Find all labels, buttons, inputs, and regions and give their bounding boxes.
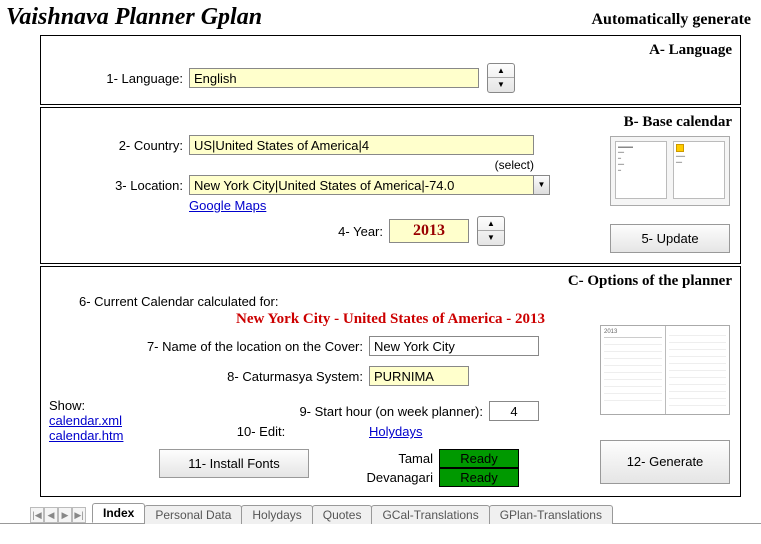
year-input[interactable]: 2013 [389, 219, 469, 243]
spinner-up-icon[interactable]: ▲ [478, 217, 504, 231]
cover-label: 7- Name of the location on the Cover: [49, 339, 369, 354]
section-base-calendar: B- Base calendar ▬▬▬━━━━━━ ━━━━━ 2- Coun… [40, 107, 741, 264]
spinner-down-icon[interactable]: ▼ [488, 78, 514, 92]
section-c-title: C- Options of the planner [49, 273, 732, 290]
app-subtitle: Automatically generate [591, 11, 751, 29]
year-label: 4- Year: [49, 224, 389, 239]
location-dropdown-icon[interactable]: ▼ [534, 175, 550, 195]
tab-last-icon[interactable]: ▶| [72, 507, 86, 523]
calendar-xml-link[interactable]: calendar.xml [49, 413, 159, 428]
calendar-htm-link[interactable]: calendar.htm [49, 428, 159, 443]
app-title: Vaishnava Planner Gplan [6, 4, 591, 31]
start-hour-input[interactable] [489, 401, 539, 421]
caturmasya-label: 8- Caturmasya System: [49, 369, 369, 384]
calendar-preview-thumb: ▬▬▬━━━━━━ ━━━━━ [610, 136, 730, 206]
generate-button[interactable]: 12- Generate [600, 440, 730, 484]
tab-personal-data[interactable]: Personal Data [144, 505, 242, 524]
language-spinner[interactable]: ▲ ▼ [487, 63, 515, 93]
planner-preview-thumb: 2013 [600, 325, 730, 415]
font-devanagari-status: Ready [439, 468, 519, 487]
location-input[interactable] [189, 175, 534, 195]
tab-gplan-translations[interactable]: GPlan-Translations [489, 505, 613, 524]
language-input[interactable] [189, 68, 479, 88]
tab-gcal-translations[interactable]: GCal-Translations [371, 505, 489, 524]
tab-nav[interactable]: |◀ ◀ ▶ ▶| [30, 507, 86, 523]
tab-index[interactable]: Index [92, 503, 145, 523]
sheet-tabs: |◀ ◀ ▶ ▶| Index Personal Data Holydays Q… [0, 501, 761, 523]
show-label: Show: [49, 398, 159, 413]
tab-holydays[interactable]: Holydays [241, 505, 312, 524]
tab-next-icon[interactable]: ▶ [58, 507, 72, 523]
select-hint: (select) [189, 158, 534, 172]
edit-label: 10- Edit: [159, 424, 369, 439]
spinner-up-icon[interactable]: ▲ [488, 64, 514, 78]
tab-prev-icon[interactable]: ◀ [44, 507, 58, 523]
section-options: C- Options of the planner 2013 6- Curren… [40, 266, 741, 497]
section-a-title: A- Language [49, 42, 732, 59]
caturmasya-input[interactable] [369, 366, 469, 386]
holydays-link[interactable]: Holydays [369, 424, 422, 439]
language-label: 1- Language: [49, 71, 189, 86]
tab-quotes[interactable]: Quotes [312, 505, 373, 524]
font-devanagari-label: Devanagari [349, 470, 439, 485]
tab-first-icon[interactable]: |◀ [30, 507, 44, 523]
year-spinner[interactable]: ▲ ▼ [477, 216, 505, 246]
start-hour-label: 9- Start hour (on week planner): [159, 404, 489, 419]
google-maps-link[interactable]: Google Maps [189, 198, 266, 213]
font-tamal-label: Tamal [349, 451, 439, 466]
font-tamal-status: Ready [439, 449, 519, 468]
spinner-down-icon[interactable]: ▼ [478, 231, 504, 245]
cover-input[interactable] [369, 336, 539, 356]
install-fonts-button[interactable]: 11- Install Fonts [159, 449, 309, 478]
section-b-title: B- Base calendar [49, 114, 732, 131]
update-button[interactable]: 5- Update [610, 224, 730, 253]
section-language: A- Language 1- Language: ▲ ▼ [40, 35, 741, 105]
country-input[interactable] [189, 135, 534, 155]
country-label: 2- Country: [49, 138, 189, 153]
calc-label: 6- Current Calendar calculated for: [79, 294, 732, 309]
location-label: 3- Location: [49, 178, 189, 193]
